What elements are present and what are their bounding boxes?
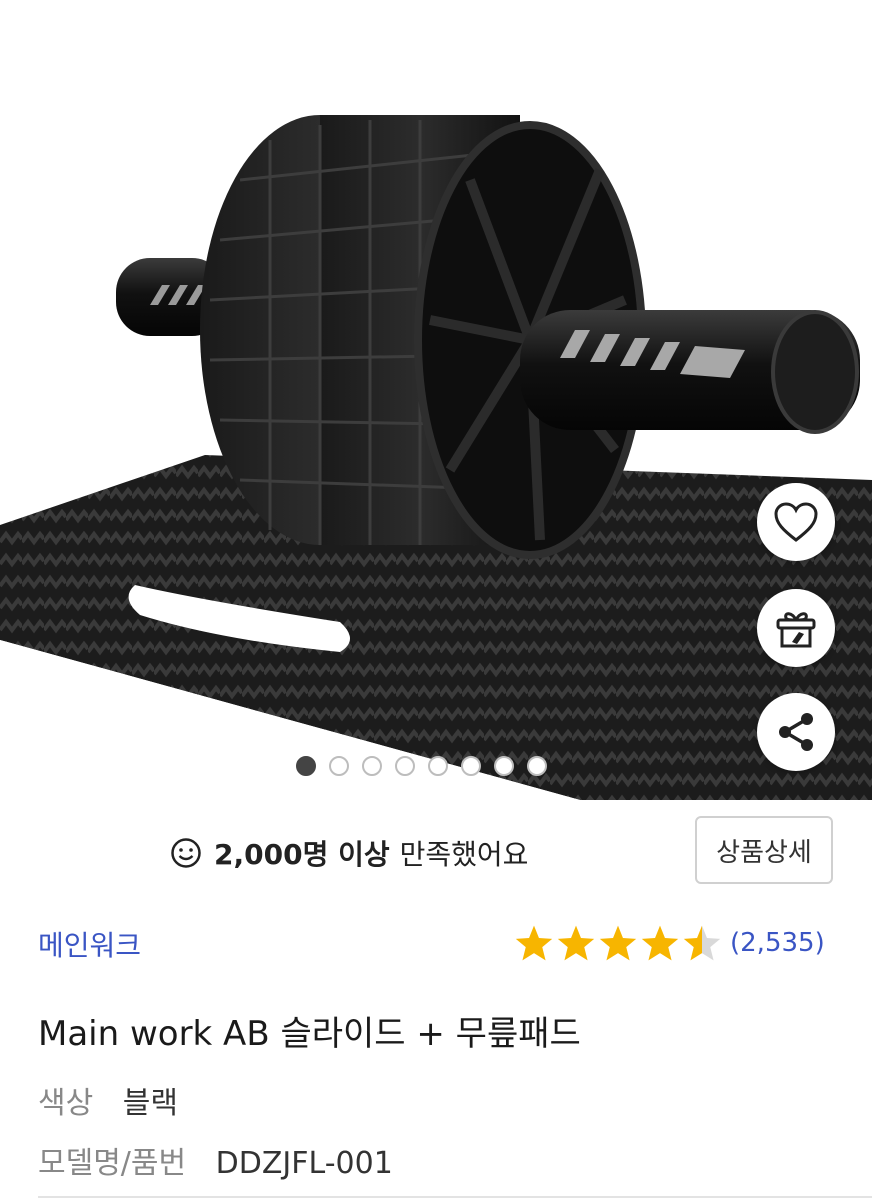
carousel-dot[interactable] bbox=[494, 756, 514, 776]
gift-button[interactable] bbox=[757, 589, 835, 667]
carousel-dot[interactable] bbox=[395, 756, 415, 776]
product-title: Main work AB 슬라이드 + 무릎패드 bbox=[38, 1014, 581, 1054]
spec-model-value: DDZJFL-001 bbox=[215, 1146, 393, 1181]
carousel-indicator bbox=[296, 756, 547, 776]
share-button[interactable] bbox=[757, 693, 835, 771]
carousel-dot[interactable] bbox=[428, 756, 448, 776]
carousel-dot[interactable] bbox=[329, 756, 349, 776]
carousel-dot[interactable] bbox=[527, 756, 547, 776]
product-image bbox=[0, 115, 872, 800]
product-detail-button[interactable]: 상품상세 bbox=[695, 816, 833, 884]
spec-color-label: 색상 bbox=[38, 1086, 94, 1121]
star-icon bbox=[599, 925, 637, 961]
gift-icon bbox=[776, 612, 816, 648]
star-icon bbox=[557, 925, 595, 961]
star-icon bbox=[515, 925, 553, 961]
half-star-icon bbox=[683, 925, 721, 961]
satisfaction-banner: 2,000명 이상 만족했어요 bbox=[170, 828, 528, 878]
spec-color-value: 블랙 bbox=[122, 1086, 178, 1121]
satisfaction-text: 만족했어요 bbox=[399, 838, 529, 871]
rating-summary[interactable]: (2,535) bbox=[514, 924, 825, 962]
star-rating bbox=[514, 924, 722, 962]
spec-color: 색상 블랙 bbox=[38, 1078, 178, 1122]
spec-model-label: 모델명/품번 bbox=[38, 1146, 187, 1181]
carousel-dot[interactable] bbox=[461, 756, 481, 776]
review-count[interactable]: (2,535) bbox=[730, 928, 825, 958]
smile-icon bbox=[171, 838, 201, 868]
product-image-carousel[interactable] bbox=[0, 0, 872, 800]
brand-link[interactable]: 메인워크 bbox=[38, 924, 141, 964]
carousel-dot[interactable] bbox=[296, 756, 316, 776]
carousel-dot[interactable] bbox=[362, 756, 382, 776]
satisfaction-count: 2,000명 이상 bbox=[214, 838, 390, 871]
star-icon bbox=[641, 925, 679, 961]
heart-icon bbox=[774, 502, 818, 542]
share-icon bbox=[779, 713, 813, 751]
wishlist-button[interactable] bbox=[757, 483, 835, 561]
spec-model: 모델명/품번 DDZJFL-001 bbox=[38, 1138, 393, 1182]
divider bbox=[38, 1196, 872, 1198]
